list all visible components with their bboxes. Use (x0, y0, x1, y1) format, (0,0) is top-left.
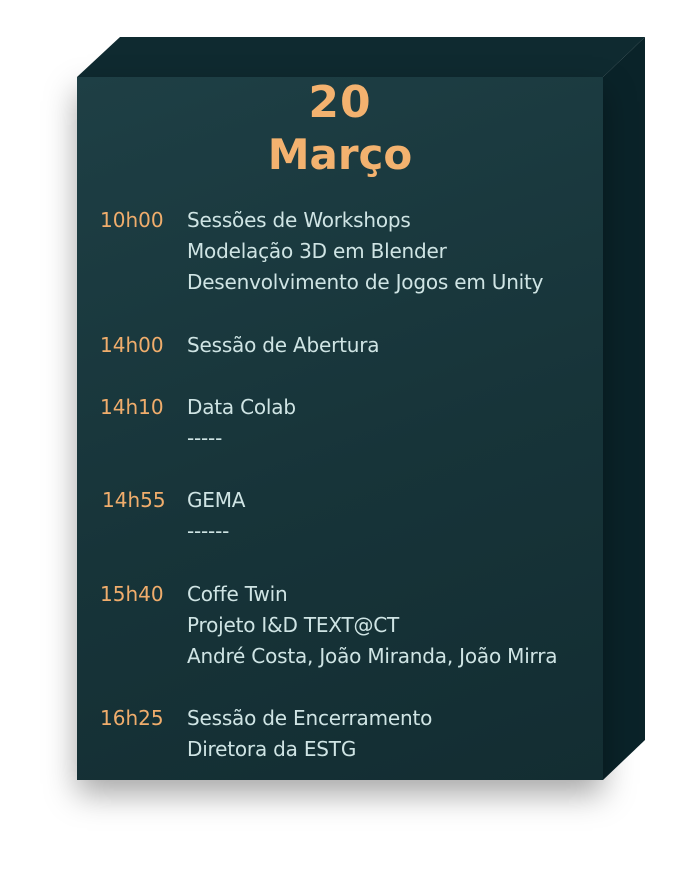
entry-line: Diretora da ESTG (187, 737, 357, 761)
entry-line: Sessão de Abertura (187, 333, 380, 357)
entry-line: Desenvolvimento de Jogos em Unity (187, 270, 544, 294)
entry-lines: Sessão de Abertura (187, 330, 607, 361)
entry-lines: Sessões de Workshops Modelação 3D em Ble… (187, 205, 607, 298)
entry-line: Sessão de Encerramento (187, 706, 433, 730)
entry-lines: GEMA ------ (187, 485, 607, 547)
entry-time: 10h00 (100, 208, 164, 232)
box-side-face (603, 37, 645, 780)
entry-line: ----- (187, 426, 223, 450)
entry-time: 16h25 (100, 706, 164, 730)
date-day: 20 (308, 77, 372, 128)
entry-time: 14h00 (100, 333, 164, 357)
entry-lines: Data Colab ----- (187, 392, 607, 454)
entry-time: 15h40 (100, 582, 164, 606)
entry-time: 14h55 (102, 488, 166, 512)
box-top-face (77, 37, 645, 77)
entry-line: Data Colab (187, 395, 296, 419)
entry-line: Coffe Twin (187, 582, 288, 606)
entry-line: Modelação 3D em Blender (187, 239, 447, 263)
entry-line: ------ (187, 519, 230, 543)
entry-line: André Costa, João Miranda, João Mirra (187, 644, 558, 668)
entry-lines: Coffe Twin Projeto I&D TEXT@CT André Cos… (187, 579, 607, 672)
entry-line: Projeto I&D TEXT@CT (187, 613, 400, 637)
entry-line: GEMA (187, 488, 246, 512)
entry-lines: Sessão de Encerramento Diretora da ESTG (187, 703, 607, 765)
entry-line: Sessões de Workshops (187, 208, 411, 232)
date-month: Março (267, 130, 413, 179)
entry-time: 14h10 (100, 395, 164, 419)
